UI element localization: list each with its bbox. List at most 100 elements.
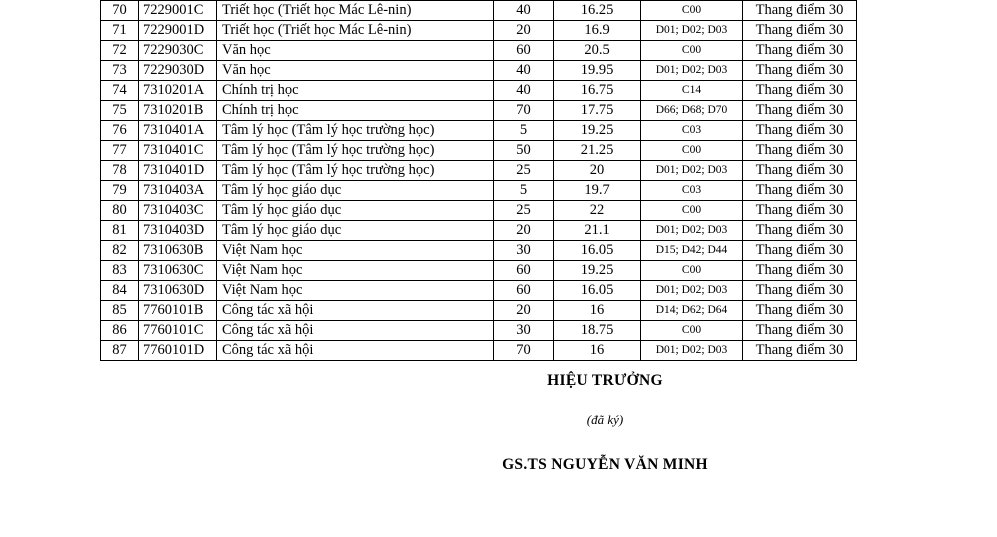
cell-quota: 5 <box>493 120 554 141</box>
table-row: 71 7229001D Triết học (Triết học Mác Lê-ni… <box>100 20 857 41</box>
cell-quota: 40 <box>493 80 554 101</box>
cell-subject-block: D01; D02; D03 <box>640 220 743 241</box>
cell-subject-name: Công tác xã hội <box>216 300 494 321</box>
cell-subject-name: Tâm lý học (Tâm lý học trường học) <box>216 160 494 181</box>
cell-score: 22 <box>553 200 641 221</box>
cell-scale: Thang điểm 30 <box>742 260 857 281</box>
cell-score: 19.95 <box>553 60 641 81</box>
cell-score: 21.1 <box>553 220 641 241</box>
table-row: 81 7310403D Tâm lý học giáo dục 20 21.1 D01; … <box>100 220 857 241</box>
cell-score: 19.25 <box>553 260 641 281</box>
cell-score: 19.7 <box>553 180 641 201</box>
cell-score: 16 <box>553 340 641 361</box>
cell-scale: Thang điểm 30 <box>742 120 857 141</box>
cell-score: 16 <box>553 300 641 321</box>
cell-score: 19.25 <box>553 120 641 141</box>
cell-quota: 60 <box>493 260 554 281</box>
cell-subject-name: Chính trị học <box>216 80 494 101</box>
cell-subject-code: 7229030D <box>138 60 217 81</box>
cell-subject-block: C00 <box>640 200 743 221</box>
cell-score: 17.75 <box>553 100 641 121</box>
cell-scale: Thang điểm 30 <box>742 100 857 121</box>
cell-subject-code: 7229001C <box>138 0 217 21</box>
cell-stt: 80 <box>100 200 139 221</box>
cell-subject-block: D01; D02; D03 <box>640 340 743 361</box>
cell-score: 16.9 <box>553 20 641 41</box>
cell-quota: 40 <box>493 60 554 81</box>
cell-stt: 76 <box>100 120 139 141</box>
table-row: 78 7310401D Tâm lý học (Tâm lý học trường … <box>100 160 857 181</box>
signature-note: (đã ký) <box>586 412 624 427</box>
cell-scale: Thang điểm 30 <box>742 300 857 321</box>
cell-scale: Thang điểm 30 <box>742 180 857 201</box>
cell-quota: 20 <box>493 20 554 41</box>
cell-subject-name: Tâm lý học (Tâm lý học trường học) <box>216 140 494 161</box>
table-row: 77 7310401C Tâm lý học (Tâm lý học trường … <box>100 140 857 161</box>
cell-subject-block: C03 <box>640 120 743 141</box>
cell-subject-block: D15; D42; D44 <box>640 240 743 261</box>
cell-score: 16.05 <box>553 240 641 261</box>
cell-subject-name: Triết học (Triết học Mác Lê-nin) <box>216 20 494 41</box>
cell-score: 16.75 <box>553 80 641 101</box>
table-row: 85 7760101B Công tác xã hội 20 16 D14; D62; D… <box>100 300 857 321</box>
cell-stt: 79 <box>100 180 139 201</box>
cell-scale: Thang điểm 30 <box>742 60 857 81</box>
cell-quota: 20 <box>493 220 554 241</box>
cell-stt: 87 <box>100 340 139 361</box>
admission-score-table: 70 7229001C Triết học (Triết học Mác Lê-ni… <box>100 0 857 361</box>
cell-quota: 25 <box>493 200 554 221</box>
table-body: 70 7229001C Triết học (Triết học Mác Lê-ni… <box>100 0 857 361</box>
table-row: 84 7310630D Việt Nam học 60 16.05 D01; D02; D… <box>100 280 857 301</box>
cell-scale: Thang điểm 30 <box>742 20 857 41</box>
cell-quota: 70 <box>493 340 554 361</box>
cell-subject-name: Văn học <box>216 40 494 61</box>
cell-stt: 77 <box>100 140 139 161</box>
cell-subject-code: 7229030C <box>138 40 217 61</box>
cell-subject-name: Văn học <box>216 60 494 81</box>
cell-quota: 50 <box>493 140 554 161</box>
cell-subject-name: Tâm lý học (Tâm lý học trường học) <box>216 120 494 141</box>
cell-scale: Thang điểm 30 <box>742 140 857 161</box>
table-row: 83 7310630C Việt Nam học 60 19.25 C00 Thang đi… <box>100 260 857 281</box>
cell-scale: Thang điểm 30 <box>742 280 857 301</box>
cell-stt: 73 <box>100 60 139 81</box>
cell-subject-block: C00 <box>640 0 743 21</box>
cell-subject-code: 7310630B <box>138 240 217 261</box>
cell-subject-name: Chính trị học <box>216 100 494 121</box>
table-row: 86 7760101C Công tác xã hội 30 18.75 C00 Thang… <box>100 320 857 341</box>
cell-scale: Thang điểm 30 <box>742 0 857 21</box>
cell-quota: 40 <box>493 0 554 21</box>
cell-subject-name: Việt Nam học <box>216 260 494 281</box>
table-row: 74 7310201A Chính trị học 40 16.75 C14 Thang đ… <box>100 80 857 101</box>
cell-subject-name: Tâm lý học giáo dục <box>216 200 494 221</box>
table-row: 75 7310201B Chính trị học 70 17.75 D66; D68; … <box>100 100 857 121</box>
table-row: 76 7310401A Tâm lý học (Tâm lý học trường … <box>100 120 857 141</box>
table-row: 79 7310403A Tâm lý học giáo dục 5 19.7 C03 Tha… <box>100 180 857 201</box>
cell-subject-name: Công tác xã hội <box>216 320 494 341</box>
cell-scale: Thang điểm 30 <box>742 340 857 361</box>
cell-subject-code: 7760101C <box>138 320 217 341</box>
cell-score: 20 <box>553 160 641 181</box>
cell-quota: 30 <box>493 240 554 261</box>
signature-block: HIỆU TRƯỞNG (đã ký) GS.TS NGUYỄN VĂN MIN… <box>420 372 790 474</box>
cell-stt: 71 <box>100 20 139 41</box>
cell-subject-block: D14; D62; D64 <box>640 300 743 321</box>
cell-score: 18.75 <box>553 320 641 341</box>
cell-subject-code: 7760101B <box>138 300 217 321</box>
cell-score: 16.25 <box>553 0 641 21</box>
signature-title: HIỆU TRƯỞNG <box>547 372 663 389</box>
cell-quota: 25 <box>493 160 554 181</box>
cell-quota: 5 <box>493 180 554 201</box>
cell-subject-block: D01; D02; D03 <box>640 160 743 181</box>
cell-subject-name: Việt Nam học <box>216 240 494 261</box>
cell-subject-block: D66; D68; D70 <box>640 100 743 121</box>
cell-stt: 83 <box>100 260 139 281</box>
cell-score: 21.25 <box>553 140 641 161</box>
cell-stt: 84 <box>100 280 139 301</box>
cell-scale: Thang điểm 30 <box>742 320 857 341</box>
cell-scale: Thang điểm 30 <box>742 160 857 181</box>
table-row: 72 7229030C Văn học 60 20.5 C00 Thang điểm 30 <box>100 40 857 61</box>
cell-subject-code: 7310630C <box>138 260 217 281</box>
cell-subject-code: 7760101D <box>138 340 217 361</box>
cell-subject-code: 7310401A <box>138 120 217 141</box>
